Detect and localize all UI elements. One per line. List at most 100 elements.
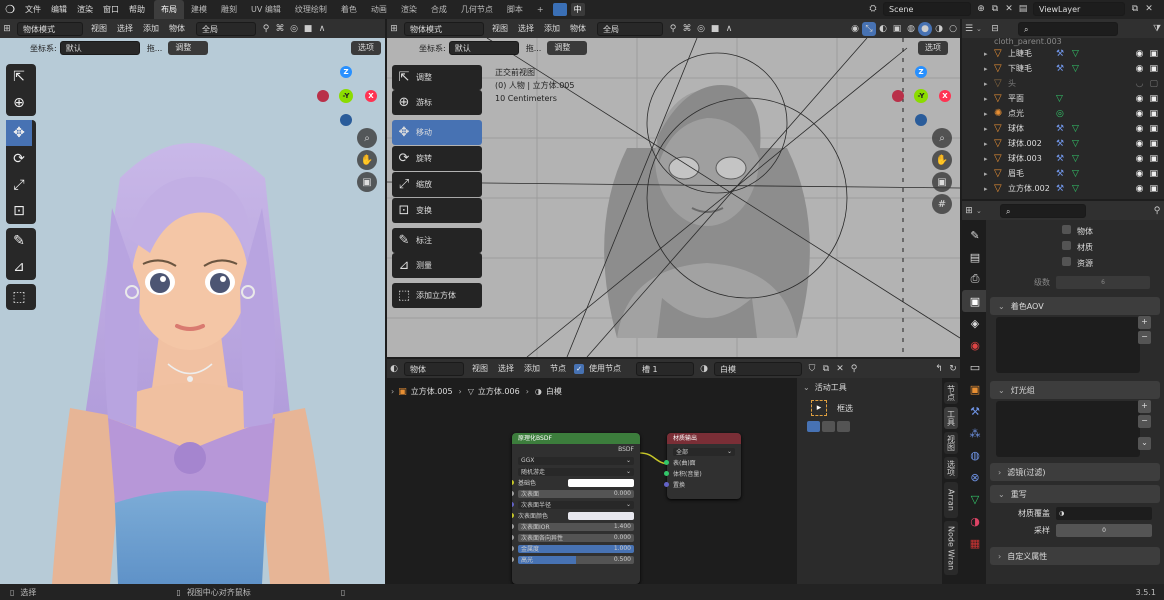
outliner-row[interactable]: ▸ ▽ 球体.002 ⚒ ▽ ◉ ▣ bbox=[980, 136, 1164, 151]
eye-icon[interactable]: ◉ bbox=[1136, 109, 1144, 119]
outliner-row[interactable]: ▸ ▽ 球体 ⚒ ▽ ◉ ▣ bbox=[980, 121, 1164, 136]
custom-props-section-header[interactable]: › 自定义属性 bbox=[990, 547, 1160, 565]
world-tab-icon[interactable]: ◉ bbox=[962, 334, 988, 356]
scene-tab-icon[interactable]: ◈ bbox=[962, 312, 988, 334]
chevron-right-icon[interactable]: ▸ bbox=[984, 185, 994, 193]
modifier-icon[interactable]: ⚒ bbox=[1056, 184, 1072, 194]
options-button[interactable]: 选项 bbox=[351, 41, 381, 55]
mode-new-icon[interactable] bbox=[807, 421, 820, 432]
menu-select[interactable]: 选择 bbox=[493, 363, 519, 374]
socket-icon[interactable] bbox=[512, 491, 514, 496]
tab-scripting[interactable]: 脚本 bbox=[500, 0, 530, 19]
gizmo-neg-x-axis[interactable] bbox=[317, 90, 329, 102]
slot-dropdown[interactable]: 槽 1 bbox=[636, 361, 694, 376]
parent-tree-icon[interactable]: ↰ bbox=[932, 362, 946, 376]
eye-icon[interactable]: ◉ bbox=[1136, 124, 1144, 134]
falloff-icon[interactable]: ∧ bbox=[315, 22, 329, 36]
checkbox-asset-row[interactable]: 资源 bbox=[1062, 256, 1164, 272]
socket-icon[interactable] bbox=[512, 480, 514, 485]
adjust-button[interactable]: 调整 bbox=[547, 41, 588, 55]
eye-icon[interactable]: ◉ bbox=[1136, 49, 1144, 59]
mode-dropdown[interactable]: 物体模式 bbox=[404, 21, 484, 36]
tool-transform[interactable]: ⊡ 变换 bbox=[392, 198, 482, 223]
chevron-down-icon[interactable]: ⌄ bbox=[976, 207, 986, 215]
rendered-shading-icon[interactable]: ○ bbox=[946, 22, 960, 36]
outliner-row[interactable]: ▸ ▽ 立方体.002 ⚒ ▽ ◉ ▣ bbox=[980, 181, 1164, 196]
eye-icon[interactable]: ◉ bbox=[1136, 184, 1144, 194]
menu-view[interactable]: 视图 bbox=[487, 23, 513, 34]
editor-type-icon[interactable]: ⊞ bbox=[0, 22, 14, 36]
copy-layer-icon[interactable]: ⧉ bbox=[1128, 2, 1142, 16]
eye-icon[interactable]: ◉ bbox=[1136, 154, 1144, 164]
pan-hand-icon[interactable]: ✋ bbox=[932, 150, 952, 170]
use-nodes-checkbox[interactable]: ✓ bbox=[574, 363, 584, 374]
pin-icon[interactable]: ⚲ bbox=[1150, 204, 1164, 218]
tab-node-wrangler[interactable]: Node Wran bbox=[944, 521, 958, 575]
tab-arran[interactable]: Arran bbox=[944, 482, 958, 518]
outliner-row[interactable]: ▸ ▽ 头 ◡ ▢ bbox=[980, 76, 1164, 91]
editor-type-icon[interactable]: ◐ bbox=[387, 362, 401, 376]
checkbox[interactable] bbox=[1062, 257, 1071, 266]
modifier-icon[interactable]: ⚒ bbox=[1056, 139, 1072, 149]
menu-edit[interactable]: 编辑 bbox=[46, 4, 72, 15]
menu-add[interactable]: 添加 bbox=[539, 23, 565, 34]
link-icon[interactable]: ⚲ bbox=[666, 22, 680, 36]
mesh-data-icon[interactable]: ▽ bbox=[1072, 169, 1088, 179]
subsurface-color-swatch[interactable] bbox=[568, 511, 634, 520]
snap-node-icon[interactable]: ↻ bbox=[946, 362, 960, 376]
tab-compositing[interactable]: 合成 bbox=[424, 0, 454, 19]
aov-section-header[interactable]: ⌄ 着色AOV bbox=[990, 297, 1160, 315]
tool-tab-icon[interactable]: ✎ bbox=[962, 224, 988, 246]
socket-icon[interactable] bbox=[664, 460, 669, 465]
square-icon[interactable] bbox=[552, 3, 567, 16]
camera-icon[interactable]: ▣ bbox=[1149, 154, 1158, 164]
mesh-data-icon[interactable]: ▽ bbox=[1072, 124, 1088, 134]
menu-select[interactable]: 选择 bbox=[513, 23, 539, 34]
scale-tool-icon[interactable]: ⤢ bbox=[6, 172, 32, 198]
material-icon[interactable]: ◑ bbox=[697, 362, 711, 376]
tab-options[interactable]: 选项 bbox=[944, 457, 958, 479]
gizmo-neg-z-axis[interactable] bbox=[915, 114, 927, 126]
socket-icon[interactable] bbox=[512, 546, 514, 551]
menu-node[interactable]: 节点 bbox=[545, 363, 571, 374]
tab-modeling[interactable]: 建模 bbox=[184, 0, 214, 19]
checkbox[interactable] bbox=[1062, 225, 1071, 234]
outliner-row[interactable]: ▸ ▽ 平面 ▽ ◉ ▣ bbox=[980, 91, 1164, 106]
modifier-icon[interactable]: ⚒ bbox=[1056, 64, 1072, 74]
specular-field[interactable]: 高光 0.500 bbox=[518, 555, 634, 564]
color-swatch-icon[interactable]: ■ bbox=[708, 22, 722, 36]
camera-icon[interactable]: ▣ bbox=[1149, 109, 1158, 119]
view-layer-tab-icon[interactable]: ▣ bbox=[962, 290, 988, 312]
subsurface-field[interactable]: 次表面 0.000 bbox=[518, 489, 634, 498]
proportional-icon[interactable]: ◎ bbox=[694, 22, 708, 36]
menu-window[interactable]: 窗口 bbox=[98, 4, 124, 15]
mode-extend-icon[interactable] bbox=[822, 421, 835, 432]
tab-sculpting[interactable]: 雕刻 bbox=[214, 0, 244, 19]
falloff-icon[interactable]: ∧ bbox=[722, 22, 736, 36]
mesh-data-icon[interactable]: ▽ bbox=[1072, 49, 1088, 59]
collection-tab-icon[interactable]: ▭ bbox=[962, 356, 988, 378]
mesh-data-icon[interactable]: ▽ bbox=[1072, 184, 1088, 194]
distribution-dropdown[interactable]: GGX ⌄ bbox=[518, 456, 634, 465]
menu-view[interactable]: 视图 bbox=[86, 23, 112, 34]
right-viewport[interactable]: 正交前视图 (0) 人物 | 立方体.005 10 Centimeters ⇱ 调… bbox=[387, 38, 960, 357]
add-icon[interactable]: + bbox=[1138, 400, 1151, 413]
chevron-right-icon[interactable]: ▸ bbox=[984, 80, 994, 88]
select-box-icon[interactable]: ▸ bbox=[811, 400, 827, 416]
object-tab-icon[interactable]: ▣ bbox=[962, 378, 988, 400]
mode-dropdown[interactable]: 物体模式 bbox=[17, 21, 83, 36]
properties-search-input[interactable]: ⌕ bbox=[1000, 203, 1086, 218]
socket-icon[interactable] bbox=[512, 557, 514, 562]
levels-field[interactable]: 6 bbox=[1056, 276, 1150, 289]
socket-icon[interactable] bbox=[664, 471, 669, 476]
menu-object[interactable]: 物体 bbox=[565, 23, 591, 34]
camera-icon[interactable]: ▣ bbox=[1149, 94, 1158, 104]
data-tab-icon[interactable]: ▽ bbox=[962, 488, 988, 510]
camera-icon[interactable]: ▣ bbox=[1149, 124, 1158, 134]
particles-tab-icon[interactable]: ⁂ bbox=[962, 422, 988, 444]
light-group-list-box[interactable] bbox=[996, 401, 1140, 457]
physics-tab-icon[interactable]: ◍ bbox=[962, 444, 988, 466]
gizmo-neg-z-axis[interactable] bbox=[340, 114, 352, 126]
constraints-tab-icon[interactable]: ⊗ bbox=[962, 466, 988, 488]
chevron-right-icon[interactable]: ▸ bbox=[984, 155, 994, 163]
